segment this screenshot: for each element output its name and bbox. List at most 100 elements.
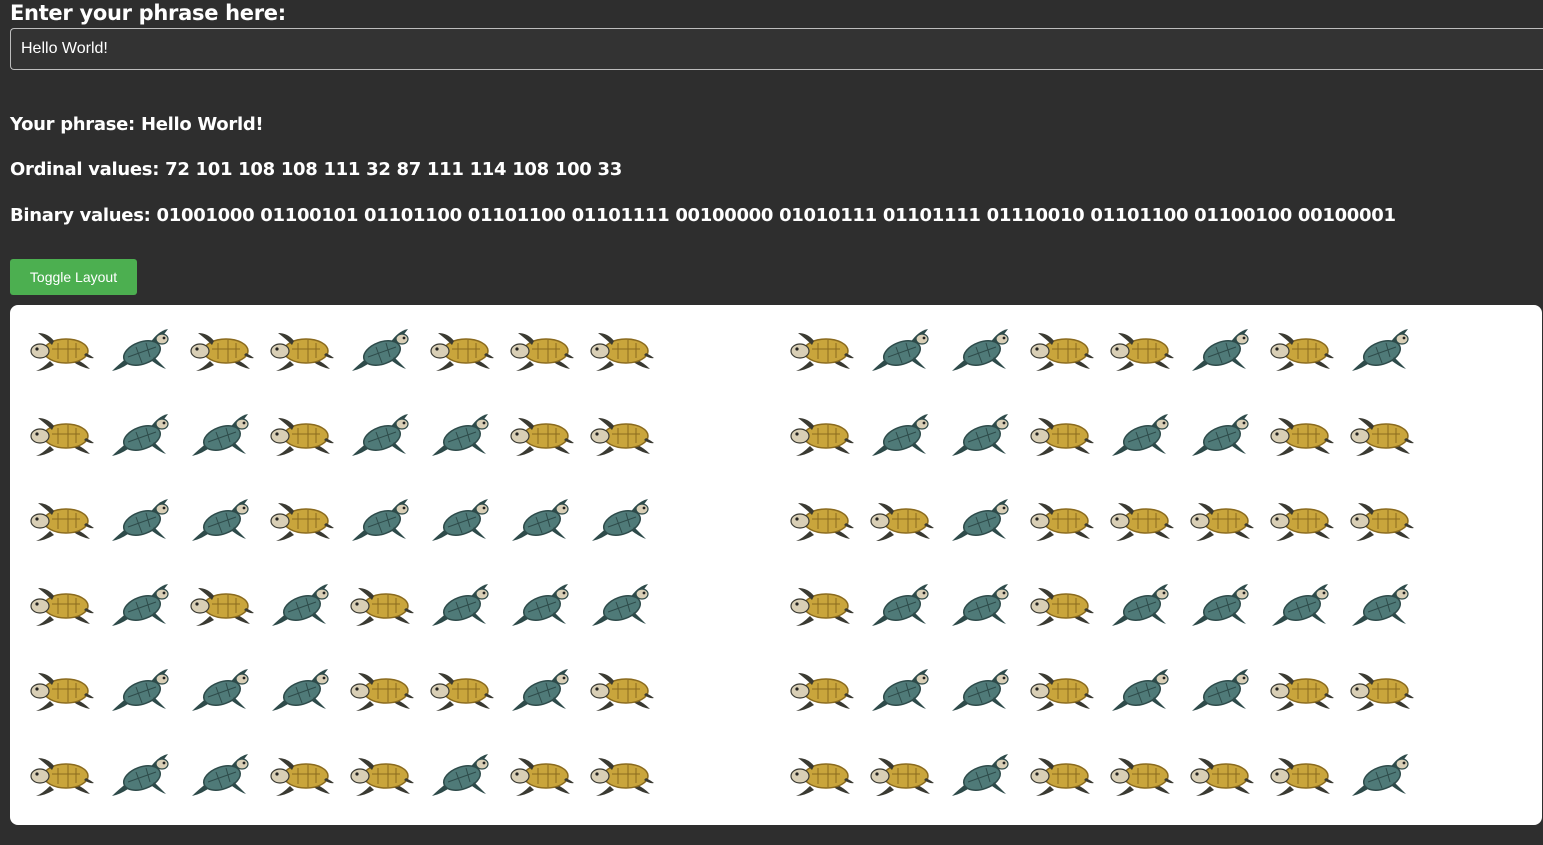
green-turtle-icon xyxy=(508,495,576,545)
loggerhead-turtle-icon xyxy=(788,410,856,460)
green-turtle-icon xyxy=(1348,580,1416,630)
loggerhead-turtle-icon xyxy=(28,495,96,545)
loggerhead-turtle-icon xyxy=(28,580,96,630)
loggerhead-turtle-icon xyxy=(1268,750,1336,800)
green-turtle-icon xyxy=(868,580,936,630)
binary-line-value: 01001000 01100101 01101100 01101100 0110… xyxy=(156,205,1396,226)
loggerhead-turtle-icon xyxy=(1268,325,1336,375)
loggerhead-turtle-icon xyxy=(188,325,256,375)
loggerhead-turtle-icon xyxy=(428,325,496,375)
loggerhead-turtle-icon xyxy=(1108,325,1176,375)
loggerhead-turtle-icon xyxy=(348,580,416,630)
loggerhead-turtle-icon xyxy=(268,410,336,460)
green-turtle-icon xyxy=(868,665,936,715)
loggerhead-turtle-icon xyxy=(268,750,336,800)
loggerhead-turtle-icon xyxy=(588,750,656,800)
green-turtle-icon xyxy=(108,410,176,460)
green-turtle-icon xyxy=(1108,410,1176,460)
loggerhead-turtle-icon xyxy=(788,580,856,630)
green-turtle-icon xyxy=(1348,750,1416,800)
green-turtle-icon xyxy=(868,325,936,375)
loggerhead-turtle-icon xyxy=(28,410,96,460)
turtle-grid-panel xyxy=(10,305,1542,825)
green-turtle-icon xyxy=(948,495,1016,545)
green-turtle-icon xyxy=(508,665,576,715)
loggerhead-turtle-icon xyxy=(1028,325,1096,375)
green-turtle-icon xyxy=(1108,580,1176,630)
binary-line-label: Binary values: xyxy=(10,205,151,226)
loggerhead-turtle-icon xyxy=(1268,495,1336,545)
green-turtle-icon xyxy=(588,495,656,545)
loggerhead-turtle-icon xyxy=(28,750,96,800)
phrase-prompt-label: Enter your phrase here: xyxy=(10,1,286,25)
loggerhead-turtle-icon xyxy=(588,325,656,375)
loggerhead-turtle-icon xyxy=(788,750,856,800)
green-turtle-icon xyxy=(428,580,496,630)
loggerhead-turtle-icon xyxy=(1108,750,1176,800)
loggerhead-turtle-icon xyxy=(268,495,336,545)
loggerhead-turtle-icon xyxy=(348,665,416,715)
green-turtle-icon xyxy=(348,495,416,545)
green-turtle-icon xyxy=(188,410,256,460)
ordinal-line-value: 72 101 108 108 111 32 87 111 114 108 100… xyxy=(165,159,622,180)
green-turtle-icon xyxy=(108,495,176,545)
loggerhead-turtle-icon xyxy=(348,750,416,800)
loggerhead-turtle-icon xyxy=(788,495,856,545)
green-turtle-icon xyxy=(1108,665,1176,715)
loggerhead-turtle-icon xyxy=(788,325,856,375)
ordinal-line: Ordinal values: 72 101 108 108 111 32 87 … xyxy=(10,159,622,180)
green-turtle-icon xyxy=(588,580,656,630)
loggerhead-turtle-icon xyxy=(588,665,656,715)
green-turtle-icon xyxy=(868,410,936,460)
green-turtle-icon xyxy=(108,580,176,630)
green-turtle-icon xyxy=(188,665,256,715)
toggle-layout-button[interactable]: Toggle Layout xyxy=(10,259,137,295)
loggerhead-turtle-icon xyxy=(188,580,256,630)
loggerhead-turtle-icon xyxy=(788,665,856,715)
phrase-input[interactable] xyxy=(10,28,1543,70)
loggerhead-turtle-icon xyxy=(868,495,936,545)
binary-line: Binary values: 01001000 01100101 01101100… xyxy=(10,205,1396,226)
green-turtle-icon xyxy=(508,580,576,630)
loggerhead-turtle-icon xyxy=(1028,665,1096,715)
loggerhead-turtle-icon xyxy=(588,410,656,460)
green-turtle-icon xyxy=(948,325,1016,375)
green-turtle-icon xyxy=(108,750,176,800)
green-turtle-icon xyxy=(428,410,496,460)
loggerhead-turtle-icon xyxy=(1028,580,1096,630)
loggerhead-turtle-icon xyxy=(268,325,336,375)
loggerhead-turtle-icon xyxy=(868,750,936,800)
loggerhead-turtle-icon xyxy=(428,665,496,715)
loggerhead-turtle-icon xyxy=(1268,410,1336,460)
loggerhead-turtle-icon xyxy=(28,665,96,715)
phrase-line-label: Your phrase: xyxy=(10,114,135,135)
loggerhead-turtle-icon xyxy=(1108,495,1176,545)
loggerhead-turtle-icon xyxy=(1188,750,1256,800)
green-turtle-icon xyxy=(1188,580,1256,630)
green-turtle-icon xyxy=(1348,325,1416,375)
loggerhead-turtle-icon xyxy=(508,325,576,375)
green-turtle-icon xyxy=(268,580,336,630)
green-turtle-icon xyxy=(948,580,1016,630)
green-turtle-icon xyxy=(108,325,176,375)
green-turtle-icon xyxy=(188,750,256,800)
loggerhead-turtle-icon xyxy=(1188,495,1256,545)
green-turtle-icon xyxy=(348,325,416,375)
phrase-line-value: Hello World! xyxy=(140,114,264,135)
loggerhead-turtle-icon xyxy=(28,325,96,375)
green-turtle-icon xyxy=(948,665,1016,715)
green-turtle-icon xyxy=(1188,325,1256,375)
green-turtle-icon xyxy=(1188,665,1256,715)
green-turtle-icon xyxy=(948,410,1016,460)
loggerhead-turtle-icon xyxy=(1348,495,1416,545)
green-turtle-icon xyxy=(948,750,1016,800)
loggerhead-turtle-icon xyxy=(1348,665,1416,715)
phrase-line: Your phrase: Hello World! xyxy=(10,114,264,135)
green-turtle-icon xyxy=(1268,580,1336,630)
loggerhead-turtle-icon xyxy=(1348,410,1416,460)
green-turtle-icon xyxy=(188,495,256,545)
ordinal-line-label: Ordinal values: xyxy=(10,159,160,180)
loggerhead-turtle-icon xyxy=(1028,410,1096,460)
loggerhead-turtle-icon xyxy=(508,750,576,800)
green-turtle-icon xyxy=(428,495,496,545)
